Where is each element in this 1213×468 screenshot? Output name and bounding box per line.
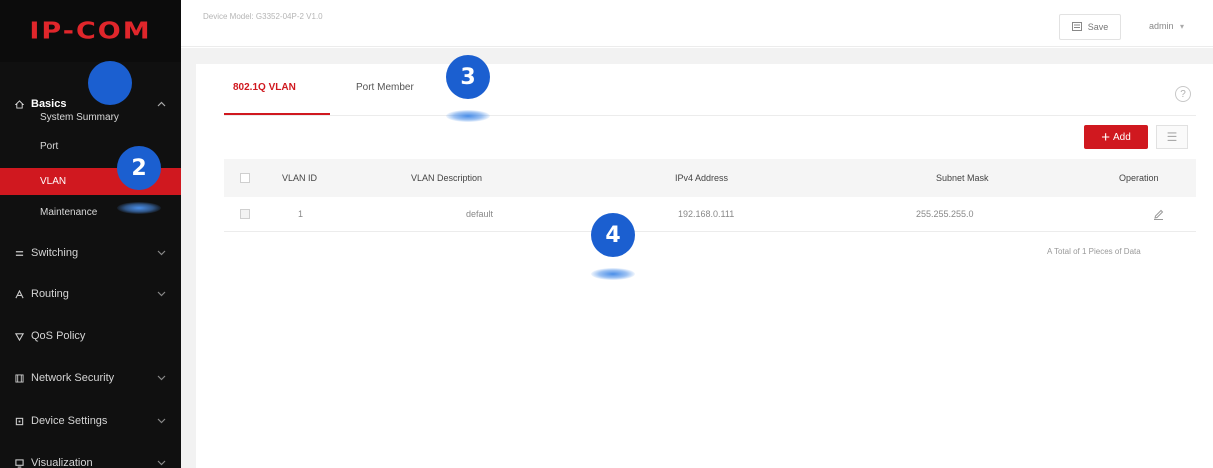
cell-subnet-mask: 255.255.255.0 [916, 209, 974, 219]
sidebar-item-label: Network Security [31, 372, 115, 384]
sidebar-item-routing[interactable]: Routing [0, 273, 181, 315]
active-tab-indicator [224, 113, 330, 115]
top-header: Device Model: G3352-04P-2 V1.0 Save admi… [181, 0, 1213, 47]
table-header: VLAN ID VLAN Description IPv4 Address Su… [224, 159, 1196, 197]
tab-port-member[interactable]: Port Member [356, 82, 414, 93]
tutorial-badge [88, 61, 132, 105]
plus-icon: + [1101, 128, 1110, 146]
device-info: Device Model: G3352-04P-2 V1.0 [203, 12, 323, 21]
sidebar-subitem-system-summary[interactable]: System Summary [0, 104, 181, 131]
sidebar-item-visualization[interactable]: Visualization [0, 442, 181, 468]
chevron-down-icon [155, 375, 167, 381]
list-icon: ☰ [1166, 130, 1178, 144]
tab-802-1q-vlan[interactable]: 802.1Q VLAN [233, 82, 296, 93]
tutorial-badge-4: 4 [591, 213, 635, 257]
save-button[interactable]: Save [1059, 14, 1121, 40]
column-header-vlan-id: VLAN ID [282, 173, 318, 183]
sidebar-item-label: Routing [31, 288, 69, 300]
sidebar-item-qos-policy[interactable]: QoS Policy [0, 315, 181, 357]
chevron-down-icon [155, 460, 167, 466]
tab-divider [224, 115, 1196, 116]
sidebar-item-network-security[interactable]: Network Security [0, 357, 181, 399]
sidebar-item-label: Switching [31, 247, 79, 259]
monitor-icon [14, 458, 24, 468]
column-header-ipv4-address: IPv4 Address [675, 173, 729, 183]
qos-icon [14, 331, 24, 341]
logo: IP-COM [0, 0, 181, 62]
add-button[interactable]: + Add [1084, 125, 1148, 149]
tutorial-badge-3: 3 [446, 55, 490, 99]
table-row: 1 default 192.168.0.111 255.255.255.0 [224, 197, 1196, 232]
chevron-down-icon [155, 418, 167, 424]
cell-vlan-id: 1 [298, 209, 304, 219]
tutorial-badge-shadow [591, 268, 635, 280]
row-checkbox[interactable] [240, 197, 250, 231]
help-icon[interactable]: ? [1175, 86, 1191, 102]
sidebar-item-label: QoS Policy [31, 330, 86, 342]
sidebar-item-label: Visualization [31, 457, 93, 468]
switching-icon [14, 248, 24, 258]
tutorial-badge-shadow [117, 202, 161, 214]
sidebar-item-label: Device Settings [31, 415, 108, 427]
cell-vlan-description: default [466, 209, 494, 219]
column-header-vlan-description: VLAN Description [411, 173, 483, 183]
shield-icon [14, 373, 24, 383]
save-icon [1071, 21, 1082, 33]
gear-icon [14, 416, 24, 426]
list-view-button[interactable]: ☰ [1156, 125, 1188, 149]
sidebar-item-device-settings[interactable]: Device Settings [0, 400, 181, 442]
edit-icon[interactable] [1153, 197, 1164, 231]
sidebar-item-switching[interactable]: Switching [0, 232, 181, 274]
chevron-down-icon [155, 250, 167, 256]
routing-icon [14, 289, 24, 299]
chevron-down-icon [155, 291, 167, 297]
content-card [196, 64, 1213, 468]
chevron-down-icon: ▾ [1180, 22, 1185, 31]
pagination-summary: A Total of 1 Pieces of Data [1047, 247, 1141, 256]
cell-ipv4-address: 192.168.0.111 [678, 209, 735, 219]
select-all-checkbox[interactable] [240, 159, 250, 197]
user-menu[interactable]: admin ▾ [1149, 21, 1184, 31]
column-header-subnet-mask: Subnet Mask [936, 173, 989, 183]
column-header-operation: Operation [1119, 173, 1159, 183]
tutorial-badge-shadow [446, 110, 490, 122]
tutorial-badge-2: 2 [117, 146, 161, 190]
